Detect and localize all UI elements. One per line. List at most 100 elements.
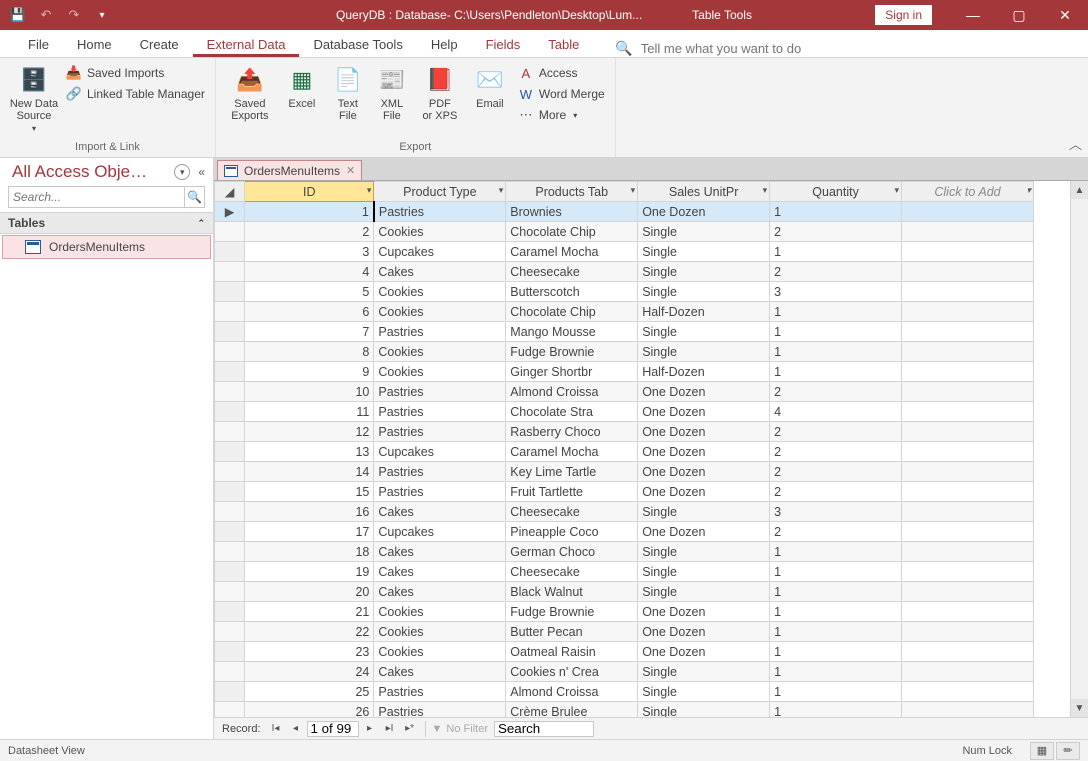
new-record-button[interactable]: ▸* <box>401 720 419 738</box>
table-row[interactable]: 23 Cookies Oatmeal Raisin One Dozen 1 <box>215 642 1034 662</box>
cell-product-name[interactable]: Caramel Mocha <box>506 442 638 462</box>
cell-empty[interactable] <box>902 222 1034 242</box>
cell-empty[interactable] <box>902 242 1034 262</box>
tab-file[interactable]: File <box>14 31 63 57</box>
cell-product-name[interactable]: Brownies <box>506 202 638 222</box>
cell-product-type[interactable]: Cookies <box>374 362 506 382</box>
table-row[interactable]: 5 Cookies Butterscotch Single 3 <box>215 282 1034 302</box>
tab-external-data[interactable]: External Data <box>193 31 300 57</box>
nav-item-ordersmenuitems[interactable]: OrdersMenuItems <box>2 235 211 259</box>
cell-quantity[interactable]: 2 <box>770 522 902 542</box>
nav-title[interactable]: All Access Obje… <box>12 162 170 182</box>
cell-quantity[interactable]: 2 <box>770 482 902 502</box>
save-icon[interactable]: 💾 <box>6 3 30 27</box>
nav-menu-button[interactable]: ▾ <box>174 164 190 180</box>
row-selector[interactable] <box>215 422 245 442</box>
cell-product-name[interactable]: Oatmeal Raisin <box>506 642 638 662</box>
select-all-cell[interactable]: ◢ <box>215 182 245 202</box>
cell-empty[interactable] <box>902 642 1034 662</box>
nav-group-tables[interactable]: Tables ⌃ <box>0 212 213 234</box>
row-selector[interactable] <box>215 282 245 302</box>
cell-empty[interactable] <box>902 282 1034 302</box>
nav-search-input[interactable] <box>9 187 184 207</box>
cell-quantity[interactable]: 1 <box>770 542 902 562</box>
previous-record-button[interactable]: ◂ <box>287 720 305 738</box>
cell-quantity[interactable]: 2 <box>770 222 902 242</box>
cell-sales-unit[interactable]: Single <box>638 262 770 282</box>
tab-help[interactable]: Help <box>417 31 472 57</box>
cell-product-type[interactable]: Cakes <box>374 542 506 562</box>
cell-product-name[interactable]: Black Walnut <box>506 582 638 602</box>
col-id[interactable]: ID▾ <box>245 182 374 202</box>
cell-quantity[interactable]: 1 <box>770 582 902 602</box>
cell-product-type[interactable]: Cakes <box>374 262 506 282</box>
dropdown-icon[interactable]: ▾ <box>367 185 372 196</box>
row-selector[interactable] <box>215 542 245 562</box>
cell-product-type[interactable]: Pastries <box>374 462 506 482</box>
table-row[interactable]: 20 Cakes Black Walnut Single 1 <box>215 582 1034 602</box>
cell-id[interactable]: 3 <box>245 242 374 262</box>
cell-sales-unit[interactable]: Single <box>638 322 770 342</box>
row-selector[interactable] <box>215 682 245 702</box>
row-selector[interactable] <box>215 662 245 682</box>
tell-me-input[interactable] <box>641 41 841 56</box>
cell-id[interactable]: 24 <box>245 662 374 682</box>
cell-sales-unit[interactable]: Single <box>638 542 770 562</box>
cell-id[interactable]: 12 <box>245 422 374 442</box>
cell-empty[interactable] <box>902 662 1034 682</box>
dropdown-icon[interactable]: ▾ <box>1026 185 1031 196</box>
cell-empty[interactable] <box>902 622 1034 642</box>
cell-id[interactable]: 25 <box>245 682 374 702</box>
record-search-input[interactable] <box>494 721 594 737</box>
table-row[interactable]: 9 Cookies Ginger Shortbr Half-Dozen 1 <box>215 362 1034 382</box>
cell-product-type[interactable]: Cookies <box>374 302 506 322</box>
cell-empty[interactable] <box>902 362 1034 382</box>
cell-product-type[interactable]: Pastries <box>374 482 506 502</box>
close-button[interactable]: ✕ <box>1042 0 1088 30</box>
cell-quantity[interactable]: 3 <box>770 502 902 522</box>
cell-product-name[interactable]: Almond Croissa <box>506 682 638 702</box>
cell-product-type[interactable]: Pastries <box>374 322 506 342</box>
cell-quantity[interactable]: 1 <box>770 322 902 342</box>
minimize-button[interactable]: — <box>950 0 996 30</box>
cell-id[interactable]: 1 <box>245 202 374 222</box>
cell-product-name[interactable]: Key Lime Tartle <box>506 462 638 482</box>
table-row[interactable]: 19 Cakes Cheesecake Single 1 <box>215 562 1034 582</box>
cell-id[interactable]: 21 <box>245 602 374 622</box>
tab-table[interactable]: Table <box>534 31 593 57</box>
row-selector[interactable] <box>215 442 245 462</box>
cell-product-name[interactable]: Pineapple Coco <box>506 522 638 542</box>
word-merge-button[interactable]: WWord Merge <box>516 85 607 103</box>
cell-empty[interactable] <box>902 442 1034 462</box>
table-row[interactable]: 13 Cupcakes Caramel Mocha One Dozen 2 <box>215 442 1034 462</box>
maximize-button[interactable]: ▢ <box>996 0 1042 30</box>
table-row[interactable]: 8 Cookies Fudge Brownie Single 1 <box>215 342 1034 362</box>
cell-quantity[interactable]: 2 <box>770 422 902 442</box>
cell-product-name[interactable]: Chocolate Stra <box>506 402 638 422</box>
cell-sales-unit[interactable]: One Dozen <box>638 622 770 642</box>
cell-sales-unit[interactable]: One Dozen <box>638 402 770 422</box>
table-row[interactable]: 21 Cookies Fudge Brownie One Dozen 1 <box>215 602 1034 622</box>
cell-quantity[interactable]: 1 <box>770 642 902 662</box>
cell-sales-unit[interactable]: Half-Dozen <box>638 302 770 322</box>
cell-quantity[interactable]: 1 <box>770 342 902 362</box>
cell-product-name[interactable]: Chocolate Chip <box>506 302 638 322</box>
cell-quantity[interactable]: 1 <box>770 602 902 622</box>
cell-product-type[interactable]: Cakes <box>374 562 506 582</box>
cell-sales-unit[interactable]: Single <box>638 682 770 702</box>
row-selector[interactable] <box>215 502 245 522</box>
cell-sales-unit[interactable]: Single <box>638 502 770 522</box>
cell-sales-unit[interactable]: Single <box>638 702 770 718</box>
nav-collapse-button[interactable]: « <box>194 165 205 179</box>
cell-id[interactable]: 8 <box>245 342 374 362</box>
table-row[interactable]: 17 Cupcakes Pineapple Coco One Dozen 2 <box>215 522 1034 542</box>
cell-quantity[interactable]: 1 <box>770 302 902 322</box>
col-products-table[interactable]: Products Tab▾ <box>506 182 638 202</box>
cell-product-name[interactable]: German Choco <box>506 542 638 562</box>
cell-sales-unit[interactable]: Single <box>638 222 770 242</box>
text-file-button[interactable]: 📄Text File <box>328 62 368 122</box>
cell-id[interactable]: 16 <box>245 502 374 522</box>
cell-sales-unit[interactable]: Single <box>638 242 770 262</box>
cell-empty[interactable] <box>902 542 1034 562</box>
cell-product-type[interactable]: Cookies <box>374 602 506 622</box>
